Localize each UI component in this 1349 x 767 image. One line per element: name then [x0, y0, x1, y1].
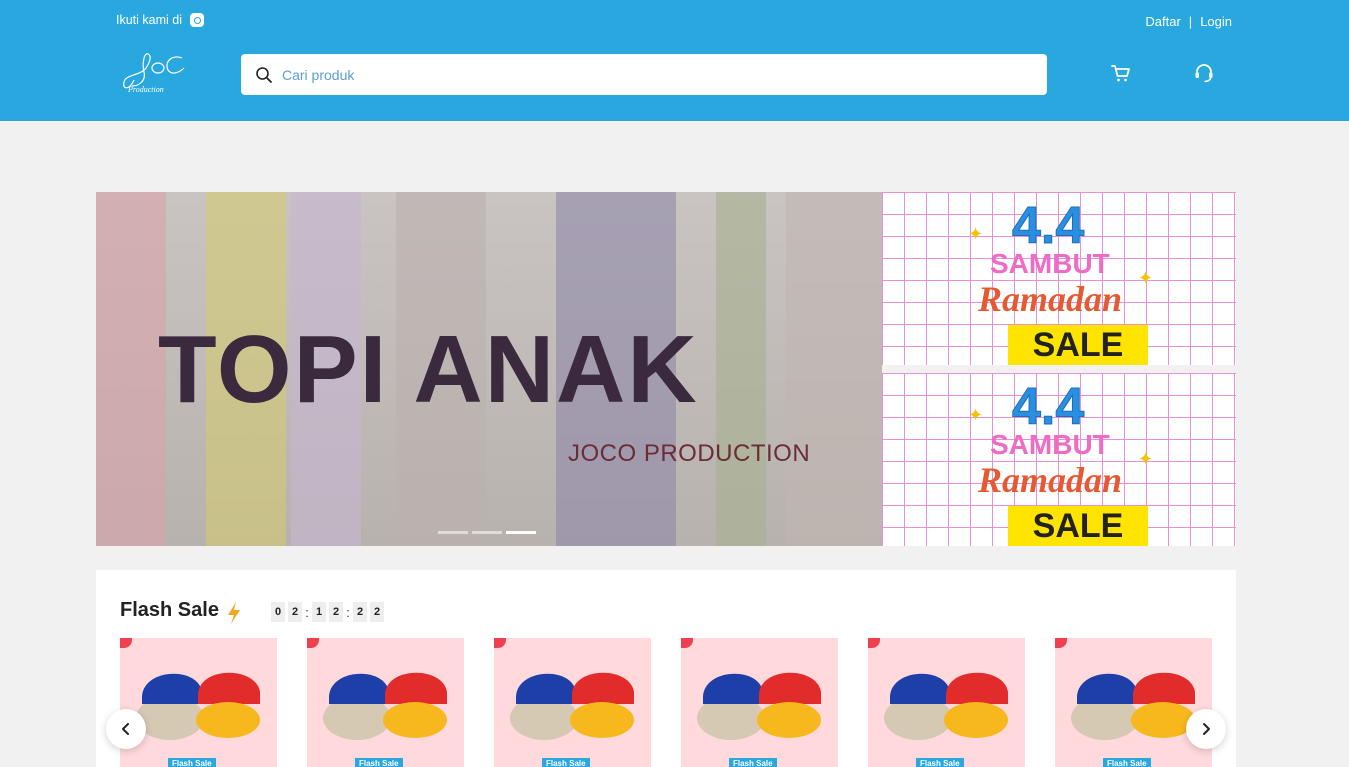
product-card[interactable]: Flash Sale	[494, 638, 651, 767]
timer-digit: 2	[370, 602, 384, 622]
search-input[interactable]	[282, 66, 1022, 83]
sparkle-icon: ✦	[968, 405, 984, 425]
carousel-dot[interactable]	[438, 531, 468, 534]
top-header: Ikuti kami di Daftar | Login Production	[0, 0, 1349, 121]
carousel-prev-button[interactable]	[106, 709, 146, 749]
product-flash-tag: Flash Sale	[916, 758, 964, 767]
product-card[interactable]: Flash Sale	[307, 638, 464, 767]
sparkle-icon: ✦	[1138, 449, 1154, 469]
product-image	[510, 672, 634, 740]
promo-line3: SALE	[1008, 506, 1148, 546]
timer-digit: 2	[353, 602, 367, 622]
product-flash-tag: Flash Sale	[542, 758, 590, 767]
banner-subtitle: JOCO PRODUCTION	[568, 440, 811, 467]
chevron-left-icon	[122, 723, 129, 735]
promo-line3: SALE	[1008, 325, 1148, 365]
product-image	[136, 672, 260, 740]
promo-line2: Ramadan	[978, 279, 1123, 319]
timer-digit: 0	[271, 602, 285, 622]
hero-banner[interactable]: TOPI ANAK JOCO PRODUCTION	[96, 192, 882, 546]
joco-logo[interactable]: Production	[120, 50, 192, 98]
customer-support-icon[interactable]	[1193, 62, 1215, 84]
promo-line2: Ramadan	[978, 460, 1123, 500]
product-image	[323, 672, 447, 740]
flash-sale-title: Flash Sale	[120, 599, 219, 621]
search-bar[interactable]	[241, 54, 1047, 95]
timer-digit: 2	[329, 602, 343, 622]
follow-us: Ikuti kami di	[116, 13, 204, 27]
product-card[interactable]: Flash Sale	[120, 638, 277, 767]
promo-big-text: 4.4	[1011, 197, 1085, 256]
timer-digit: 2	[288, 602, 302, 622]
promo-line1: SAMBUT	[990, 248, 1110, 279]
carousel-next-button[interactable]	[1186, 709, 1226, 749]
carousel-dot-active[interactable]	[506, 531, 536, 534]
banner-hat-image	[96, 192, 166, 546]
product-flash-tag: Flash Sale	[729, 758, 777, 767]
carousel-dot[interactable]	[472, 531, 502, 534]
lightning-icon	[228, 602, 240, 624]
product-flash-tag: Flash Sale	[1103, 758, 1151, 767]
banner-title: TOPI ANAK	[158, 316, 699, 423]
product-image	[884, 672, 1008, 740]
product-list: Flash Sale Flash Sale Flash Sale Flash S…	[120, 638, 1212, 767]
product-image	[697, 672, 821, 740]
banner-hat-image	[716, 192, 766, 546]
cart-icon[interactable]	[1110, 62, 1132, 84]
sparkle-icon: ✦	[968, 224, 984, 244]
auth-links: Daftar | Login	[1145, 14, 1232, 29]
product-card[interactable]: Flash Sale	[868, 638, 1025, 767]
promo-big-text: 4.4	[1011, 378, 1085, 437]
search-icon[interactable]	[255, 66, 273, 84]
instagram-icon[interactable]	[190, 13, 204, 27]
countdown-timer: 0 2 : 1 2 : 2 2	[271, 602, 384, 622]
chevron-right-icon	[1203, 723, 1210, 735]
timer-digit: 1	[312, 602, 326, 622]
auth-separator: |	[1188, 14, 1193, 29]
logo-text: Production	[127, 85, 164, 94]
timer-colon: :	[305, 604, 309, 620]
product-flash-tag: Flash Sale	[168, 758, 216, 767]
register-link[interactable]: Daftar	[1145, 14, 1180, 29]
follow-us-label: Ikuti kami di	[116, 13, 182, 27]
flash-sale-section: Flash Sale 0 2 : 1 2 : 2 2 Flash Sale Fl…	[96, 570, 1236, 767]
promo-banner-1[interactable]: ✦ ✦ 4.4 SAMBUT Ramadan SALE	[882, 192, 1236, 365]
banner-hat-image	[786, 192, 882, 546]
promo-line1: SAMBUT	[990, 429, 1110, 460]
timer-colon: :	[346, 604, 350, 620]
product-flash-tag: Flash Sale	[355, 758, 403, 767]
login-link[interactable]: Login	[1200, 14, 1232, 29]
product-card[interactable]: Flash Sale	[681, 638, 838, 767]
promo-banner-2[interactable]: ✦ ✦ 4.4 SAMBUT Ramadan SALE	[882, 373, 1236, 546]
product-card[interactable]: Flash Sale	[1055, 638, 1212, 767]
sparkle-icon: ✦	[1138, 268, 1154, 288]
carousel-dots	[438, 531, 536, 534]
